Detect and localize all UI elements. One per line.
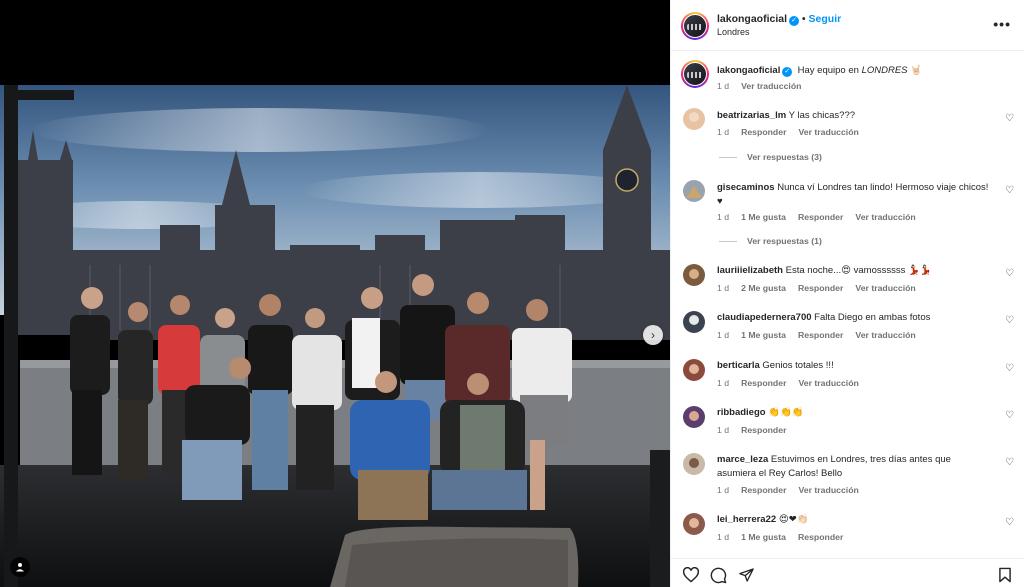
commenter-avatar-image bbox=[683, 406, 705, 428]
comment-time[interactable]: 1 d bbox=[717, 127, 729, 137]
comment-username[interactable]: berticarla bbox=[717, 360, 760, 371]
commenter-avatar-image bbox=[683, 264, 705, 286]
comment-username[interactable]: lei_herrera22 bbox=[717, 514, 776, 525]
comment-time[interactable]: 1 d bbox=[717, 212, 729, 222]
comment-username[interactable]: gisecaminos bbox=[717, 182, 775, 193]
reply-link[interactable]: Responder bbox=[741, 425, 786, 435]
comment-text: Genios totales !!! bbox=[762, 360, 834, 371]
commenter-avatar-image bbox=[683, 453, 705, 475]
comment-username[interactable]: beatrizarias_lm bbox=[717, 110, 786, 121]
caption-translate-link[interactable]: Ver traducción bbox=[741, 81, 801, 91]
heart-icon[interactable]: ♡ bbox=[1005, 268, 1014, 279]
follow-button[interactable]: Seguir bbox=[809, 13, 842, 25]
comment-icon[interactable] bbox=[710, 567, 727, 584]
verified-badge-icon: ✓ bbox=[782, 67, 793, 77]
heart-icon[interactable]: ♡ bbox=[1005, 185, 1014, 196]
comment-time[interactable]: 1 d bbox=[717, 378, 729, 388]
commenter-avatar-image bbox=[683, 513, 705, 535]
reply-link[interactable]: Responder bbox=[798, 330, 843, 340]
heart-icon[interactable]: ♡ bbox=[1005, 315, 1014, 326]
comment-text: Esta noche...😍 vamossssss 💃🏻💃🏻 bbox=[785, 265, 932, 276]
comment-time[interactable]: 1 d bbox=[717, 283, 729, 293]
likes-count[interactable]: 2 Me gusta bbox=[741, 283, 786, 293]
commenter-avatar[interactable] bbox=[683, 108, 705, 130]
heart-icon[interactable]: ♡ bbox=[1005, 457, 1014, 468]
reply-link[interactable]: Responder bbox=[798, 212, 843, 222]
view-replies-link[interactable]: Ver respuestas (3) bbox=[719, 152, 822, 162]
reply-link[interactable]: Responder bbox=[741, 485, 786, 495]
reply-link[interactable]: Responder bbox=[741, 378, 786, 388]
comment-username[interactable]: marce_leza bbox=[717, 454, 768, 465]
commenter-avatar[interactable] bbox=[683, 453, 705, 475]
commenter-avatar-image bbox=[683, 180, 705, 202]
separator-dot: • bbox=[802, 14, 806, 25]
user-tag-button[interactable] bbox=[10, 557, 30, 577]
heart-icon[interactable]: ♡ bbox=[1005, 113, 1014, 124]
translate-link[interactable]: Ver traducción bbox=[798, 127, 858, 137]
carousel-next-button[interactable]: › bbox=[643, 325, 663, 345]
post-header: lakongaoficial ✓ • Seguir Londres ••• bbox=[671, 0, 1024, 51]
caption-text: Hay equipo en bbox=[797, 65, 862, 76]
comment-text: 👏👏👏 bbox=[768, 407, 804, 418]
more-options-icon[interactable]: ••• bbox=[993, 16, 1011, 32]
comments-list[interactable]: lakongaoficial ✓ Hay equipo en LONDRES 🤘🏻… bbox=[671, 52, 1024, 558]
commenter-avatar[interactable] bbox=[683, 180, 705, 202]
translate-link[interactable]: Ver traducción bbox=[855, 283, 915, 293]
author-username[interactable]: lakongaoficial bbox=[717, 13, 787, 25]
caption-emoji: 🤘🏻 bbox=[907, 65, 922, 76]
paper-plane-icon[interactable] bbox=[738, 567, 755, 583]
comment-time[interactable]: 1 d bbox=[717, 485, 729, 495]
post-media[interactable]: › bbox=[0, 0, 670, 587]
comment-time[interactable]: 1 d bbox=[717, 532, 729, 542]
likes-count[interactable]: 1 Me gusta bbox=[741, 532, 786, 542]
translate-link[interactable]: Ver traducción bbox=[855, 330, 915, 340]
post-actions-bar bbox=[671, 558, 1024, 587]
caption-place: LONDRES bbox=[861, 65, 908, 76]
caption-username[interactable]: lakongaoficial bbox=[717, 65, 780, 76]
likes-count[interactable]: 1 Me gusta bbox=[741, 330, 786, 340]
post-sidebar: lakongaoficial ✓ • Seguir Londres ••• lakon… bbox=[670, 0, 1024, 587]
caption-avatar[interactable] bbox=[681, 60, 709, 88]
post-location[interactable]: Londres bbox=[717, 27, 750, 37]
post-photo bbox=[0, 0, 670, 587]
commenter-avatar[interactable] bbox=[683, 513, 705, 535]
translate-link[interactable]: Ver traducción bbox=[798, 378, 858, 388]
translate-link[interactable]: Ver traducción bbox=[855, 212, 915, 222]
heart-icon[interactable]: ♡ bbox=[1005, 517, 1014, 528]
bookmark-icon[interactable] bbox=[998, 567, 1012, 583]
commenter-avatar[interactable] bbox=[683, 406, 705, 428]
verified-badge-icon: ✓ bbox=[789, 16, 800, 26]
caption-time[interactable]: 1 d bbox=[717, 81, 729, 91]
view-replies-link[interactable]: Ver respuestas (1) bbox=[719, 236, 822, 246]
heart-icon[interactable]: ♡ bbox=[1005, 410, 1014, 421]
reply-link[interactable]: Responder bbox=[798, 283, 843, 293]
commenter-avatar[interactable] bbox=[683, 359, 705, 381]
user-tag-icon bbox=[16, 563, 24, 572]
author-avatar[interactable] bbox=[681, 12, 709, 40]
comment-time[interactable]: 1 d bbox=[717, 425, 729, 435]
comment-text: Y las chicas??? bbox=[788, 110, 856, 121]
commenter-avatar[interactable] bbox=[683, 264, 705, 286]
heart-icon[interactable]: ♡ bbox=[1005, 363, 1014, 374]
comment-username[interactable]: ribbadiego bbox=[717, 407, 766, 418]
comment-text: Falta Diego en ambas fotos bbox=[814, 312, 931, 323]
commenter-avatar[interactable] bbox=[683, 311, 705, 333]
comment-username[interactable]: claudiapedernera700 bbox=[717, 312, 812, 323]
translate-link[interactable]: Ver traducción bbox=[798, 485, 858, 495]
comment-username[interactable]: lauriiielizabeth bbox=[717, 265, 783, 276]
comment-text: 😍❤👏🏻 bbox=[778, 514, 809, 525]
reply-link[interactable]: Responder bbox=[741, 127, 786, 137]
reply-link[interactable]: Responder bbox=[798, 532, 843, 542]
commenter-avatar-image bbox=[683, 359, 705, 381]
comment-time[interactable]: 1 d bbox=[717, 330, 729, 340]
heart-icon[interactable] bbox=[682, 567, 700, 583]
likes-count[interactable]: 1 Me gusta bbox=[741, 212, 786, 222]
commenter-avatar-image bbox=[683, 311, 705, 333]
chevron-right-icon: › bbox=[651, 328, 655, 342]
commenter-avatar-image bbox=[683, 108, 705, 130]
